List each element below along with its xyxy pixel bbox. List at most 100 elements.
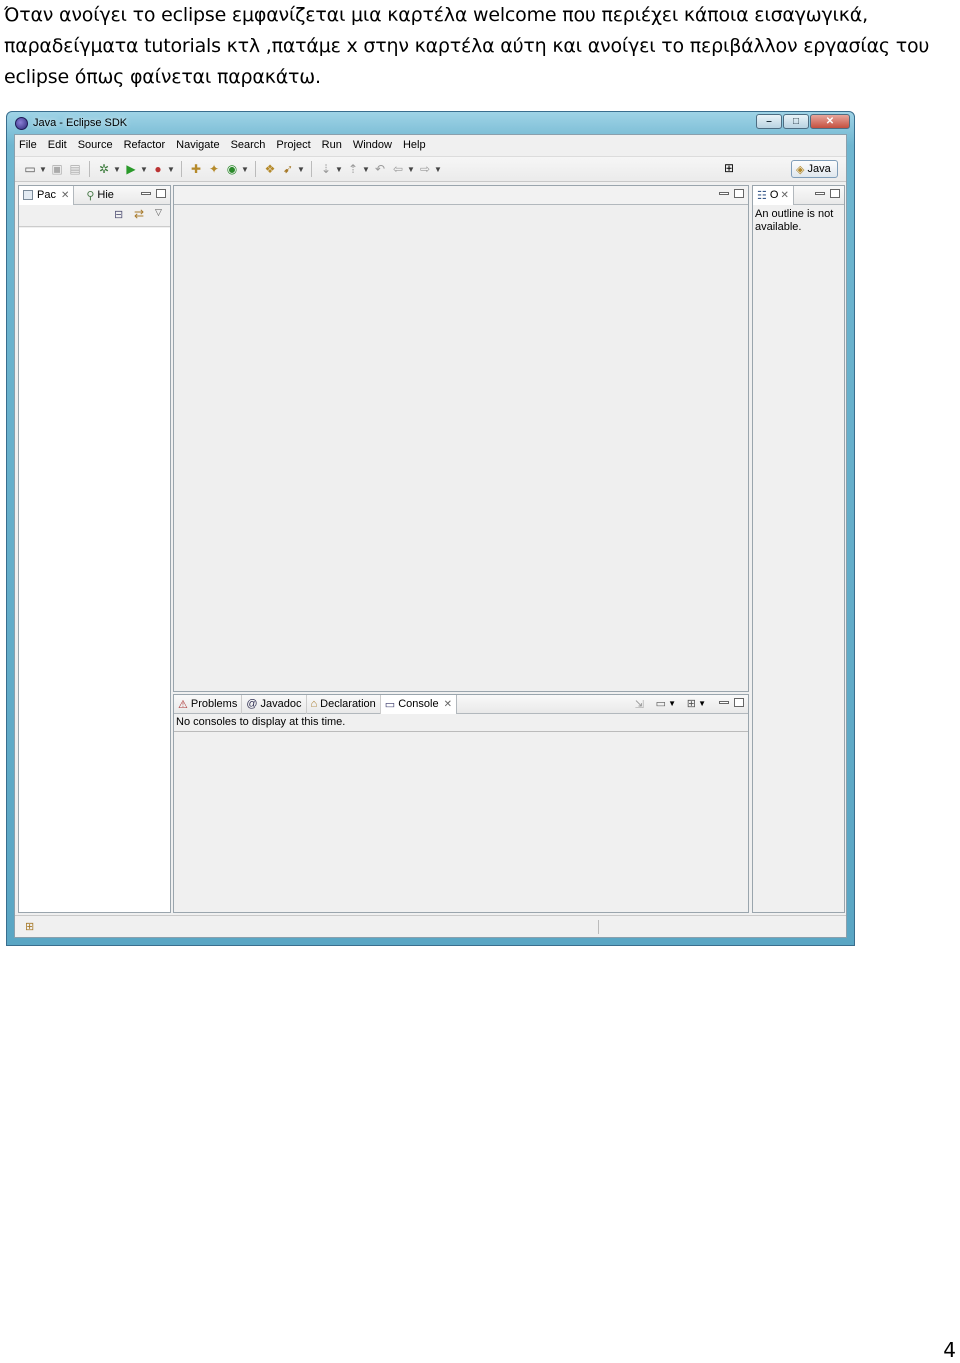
java-perspective-button[interactable]: ◈ Java xyxy=(791,160,838,178)
package-icon xyxy=(23,190,33,200)
new-package-icon[interactable]: ✦ xyxy=(205,160,223,178)
open-type-icon[interactable]: ❖ xyxy=(261,160,279,178)
new-icon[interactable]: ▭ xyxy=(21,160,39,178)
open-perspective-icon[interactable]: ⊞ xyxy=(724,158,734,178)
external-tools-icon[interactable]: ● xyxy=(149,160,167,178)
intro-line-1: Όταν ανοίγει το eclipse εμφανίζεται μια … xyxy=(4,4,868,26)
tab-console[interactable]: ▭ Console ✕ xyxy=(380,694,457,714)
open-console-dropdown-icon[interactable]: ▼ xyxy=(698,699,706,708)
title-bar[interactable]: Java - Eclipse SDK – □ ✕ xyxy=(7,112,854,134)
toolbar-separator xyxy=(89,161,90,177)
fast-view-icon[interactable]: ⊞ xyxy=(25,920,34,933)
window-title: Java - Eclipse SDK xyxy=(33,117,128,129)
close-button[interactable]: ✕ xyxy=(810,114,850,129)
run-dropdown-icon[interactable]: ▼ xyxy=(140,165,149,174)
java-perspective-label: Java xyxy=(807,163,831,175)
eclipse-icon xyxy=(15,116,28,130)
print-icon[interactable]: ▤ xyxy=(66,160,84,178)
maximize-view-icon[interactable] xyxy=(830,189,840,198)
maximize-view-icon[interactable] xyxy=(734,698,744,707)
status-separator xyxy=(598,920,599,934)
last-edit-icon[interactable]: ↶ xyxy=(371,160,389,178)
toolbar-separator xyxy=(311,161,312,177)
collapse-all-icon[interactable]: ⊟ xyxy=(114,208,123,221)
menu-help[interactable]: Help xyxy=(403,139,426,151)
open-console-icon[interactable]: ⊞ xyxy=(687,697,696,710)
outline-message: An outline is not available. xyxy=(755,208,834,233)
tab-outline-label: O xyxy=(769,189,779,201)
search-dropdown-icon[interactable]: ▼ xyxy=(297,165,306,174)
menu-edit[interactable]: Edit xyxy=(48,139,67,151)
minimize-view-icon[interactable] xyxy=(815,192,825,195)
bottom-view-controls xyxy=(714,698,744,707)
back-dropdown-icon[interactable]: ▼ xyxy=(407,165,416,174)
tab-javadoc[interactable]: @ Javadoc xyxy=(242,694,307,714)
previous-annotation-dropdown-icon[interactable]: ▼ xyxy=(362,165,371,174)
menu-navigate[interactable]: Navigate xyxy=(176,139,219,151)
outline-content[interactable] xyxy=(753,205,844,912)
left-view-toolbar: ⊟ ⇄ ▽ xyxy=(19,205,170,227)
pin-console-icon[interactable]: ⇲ xyxy=(635,698,644,711)
maximize-button[interactable]: □ xyxy=(783,114,809,129)
menu-run[interactable]: Run xyxy=(322,139,342,151)
tab-declaration-label: Declaration xyxy=(320,698,376,710)
tab-console-label: Console xyxy=(398,698,439,710)
minimize-view-icon[interactable] xyxy=(141,192,151,195)
display-console-dropdown-icon[interactable]: ▼ xyxy=(668,699,676,708)
intro-paragraph: Όταν ανοίγει το eclipse εμφανίζεται μια … xyxy=(4,0,956,93)
new-class-dropdown-icon[interactable]: ▼ xyxy=(241,165,250,174)
next-annotation-icon[interactable]: ⇣ xyxy=(317,160,335,178)
outline-icon: ☷ xyxy=(757,189,767,202)
tab-declaration[interactable]: ⌂ Declaration xyxy=(307,694,381,714)
previous-annotation-icon[interactable]: ⇡ xyxy=(344,160,362,178)
minimize-editor-icon[interactable] xyxy=(719,192,729,195)
forward-dropdown-icon[interactable]: ▼ xyxy=(434,165,443,174)
new-class-icon[interactable]: ◉ xyxy=(223,160,241,178)
run-icon[interactable]: ▶ xyxy=(122,160,140,178)
menu-file[interactable]: File xyxy=(19,139,37,151)
menu-bar: File Edit Source Refactor Navigate Searc… xyxy=(15,135,846,155)
menu-search[interactable]: Search xyxy=(231,139,266,151)
outline-view: ☷ O ✕ An outline is not available. xyxy=(752,185,845,913)
menu-source[interactable]: Source xyxy=(78,139,113,151)
minimize-view-icon[interactable] xyxy=(719,701,729,704)
tab-problems[interactable]: ⚠ Problems xyxy=(174,694,243,714)
search-icon[interactable]: ➹ xyxy=(279,160,297,178)
next-annotation-dropdown-icon[interactable]: ▼ xyxy=(335,165,344,174)
page-number: 4 xyxy=(943,1338,956,1362)
debug-dropdown-icon[interactable]: ▼ xyxy=(113,165,122,174)
view-menu-icon[interactable]: ▽ xyxy=(155,207,162,218)
tab-javadoc-label: Javadoc xyxy=(260,698,302,710)
close-icon[interactable]: ✕ xyxy=(444,699,452,710)
close-icon[interactable]: ✕ xyxy=(61,190,69,201)
tab-package-explorer[interactable]: Pac ✕ xyxy=(19,185,75,205)
console-content[interactable] xyxy=(174,732,748,912)
maximize-view-icon[interactable] xyxy=(156,189,166,198)
save-icon[interactable]: ▣ xyxy=(48,160,66,178)
menu-project[interactable]: Project xyxy=(276,139,310,151)
new-java-project-icon[interactable]: ✚ xyxy=(187,160,205,178)
console-icon: ▭ xyxy=(384,698,396,711)
hierarchy-icon: ⚲ xyxy=(86,189,95,202)
minimize-button[interactable]: – xyxy=(756,114,782,129)
link-editor-icon[interactable]: ⇄ xyxy=(134,207,144,221)
maximize-editor-icon[interactable] xyxy=(734,189,744,198)
menu-window[interactable]: Window xyxy=(353,139,392,151)
tab-hierarchy-label: Hie xyxy=(97,189,114,201)
tab-outline[interactable]: ☷ O ✕ xyxy=(753,185,794,205)
external-tools-dropdown-icon[interactable]: ▼ xyxy=(167,165,176,174)
console-message: No consoles to display at this time. xyxy=(176,716,346,728)
intro-line-2: παραδείγματα tutorials κτλ ,πατάμε x στη… xyxy=(4,35,930,57)
display-console-icon[interactable]: ▭ xyxy=(656,697,666,710)
forward-icon[interactable]: ⇨ xyxy=(416,160,434,178)
new-dropdown-icon[interactable]: ▼ xyxy=(39,165,48,174)
back-icon[interactable]: ⇦ xyxy=(389,160,407,178)
editor-content[interactable] xyxy=(174,205,748,691)
close-icon[interactable]: ✕ xyxy=(780,190,788,201)
debug-icon[interactable]: ✲ xyxy=(95,160,113,178)
menu-refactor[interactable]: Refactor xyxy=(124,139,166,151)
tab-hierarchy[interactable]: ⚲ Hie xyxy=(82,186,118,205)
window-controls: – □ ✕ xyxy=(755,114,850,129)
package-explorer-content[interactable] xyxy=(19,228,170,912)
package-explorer-view: Pac ✕ ⚲ Hie ⊟ ⇄ ▽ xyxy=(18,185,171,913)
